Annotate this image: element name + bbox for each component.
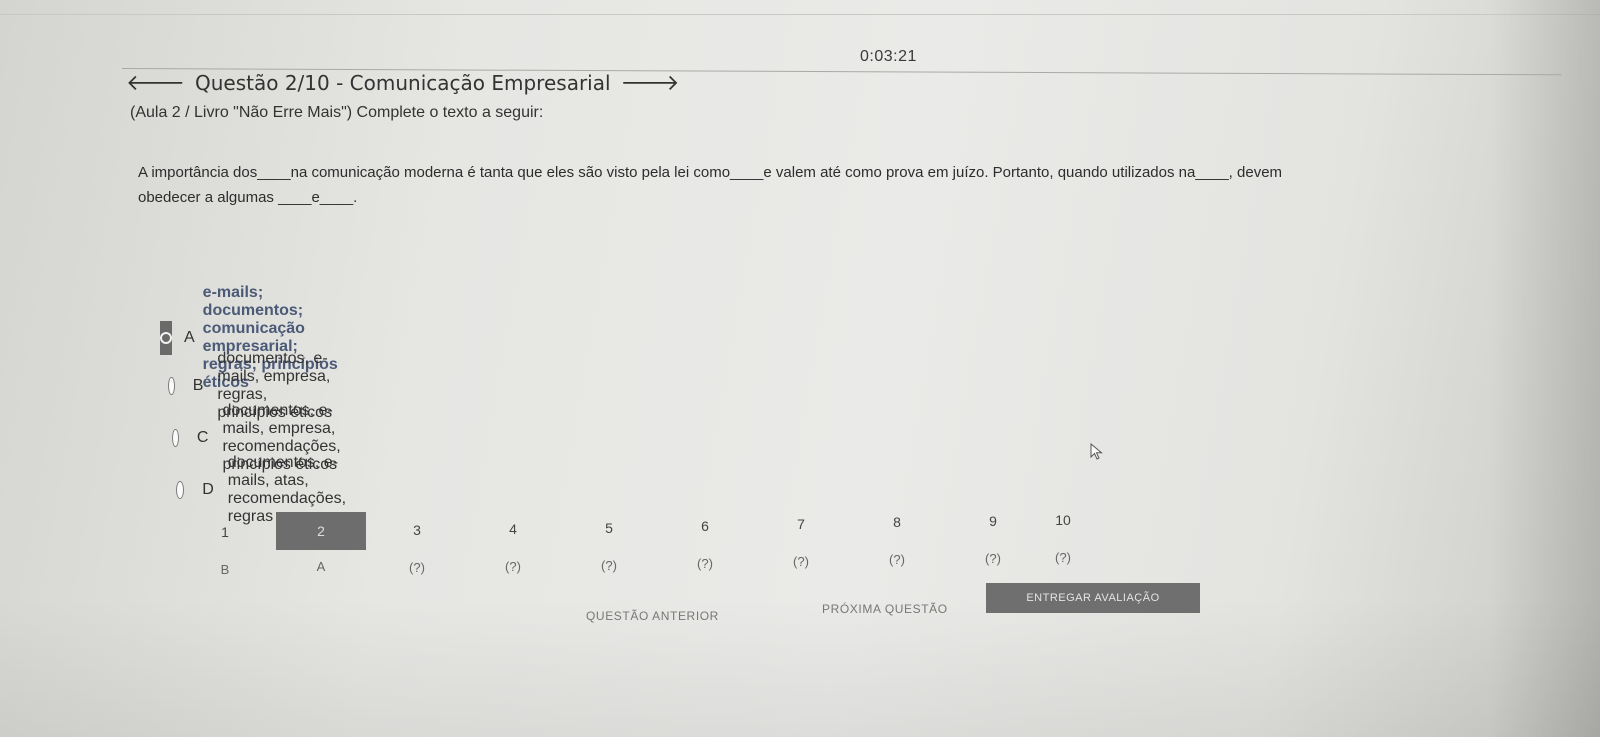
- arrow-right-icon[interactable]: 🡒: [621, 72, 680, 94]
- nav-number: 4: [509, 521, 517, 537]
- nav-answer: A: [316, 559, 326, 574]
- nav-answer: (?): [1055, 550, 1071, 565]
- nav-number: 5: [605, 520, 613, 536]
- screen-shade-bottom: [0, 597, 1600, 737]
- nav-answer: (?): [793, 554, 809, 569]
- option-letter: C: [196, 429, 209, 446]
- top-border: [0, 0, 1600, 15]
- nav-number: 1: [221, 524, 229, 540]
- previous-question-button[interactable]: QUESTÃO ANTERIOR: [586, 609, 719, 623]
- next-question-button[interactable]: PRÓXIMA QUESTÃO: [822, 602, 948, 616]
- nav-question-10[interactable]: 10 (?): [1018, 512, 1108, 565]
- nav-question-6[interactable]: 6 (?): [660, 518, 750, 571]
- question-prompt: A importância dos____na comunicação mode…: [138, 160, 1498, 210]
- nav-question-7[interactable]: 7 (?): [756, 516, 846, 569]
- nav-answer: (?): [505, 559, 521, 574]
- nav-answer: (?): [601, 558, 617, 573]
- nav-question-3[interactable]: 3 (?): [372, 522, 462, 575]
- question-header: 🡐 Questão 2/10 - Comunicação Empresarial…: [126, 71, 680, 95]
- option-letter: D: [202, 481, 214, 498]
- nav-number: 6: [701, 518, 709, 534]
- nav-question-8[interactable]: 8 (?): [852, 514, 942, 567]
- question-navigator: 1 B 2 A 3 (?) 4 (?) 5 (?) 6 (?) 7 (?) 8 …: [180, 512, 1080, 582]
- nav-number: 7: [797, 516, 805, 532]
- nav-number: 2: [276, 512, 366, 550]
- nav-number: 3: [413, 522, 421, 538]
- prompt-line-1: A importância dos____na comunicação mode…: [138, 164, 1283, 181]
- radio-icon[interactable]: [168, 377, 175, 395]
- option-letter: A: [184, 329, 195, 346]
- nav-answer: (?): [697, 556, 713, 571]
- prompt-line-2: obedecer a algumas ____e____.: [138, 189, 358, 206]
- nav-question-2[interactable]: 2 A: [276, 512, 366, 574]
- nav-question-1[interactable]: 1 B: [180, 524, 270, 577]
- radio-icon[interactable]: [176, 481, 185, 499]
- mouse-cursor-icon: [1090, 443, 1103, 460]
- arrow-left-icon[interactable]: 🡐: [126, 72, 185, 94]
- radio-icon[interactable]: [172, 429, 179, 447]
- submit-exam-button[interactable]: ENTREGAR AVALIAÇÃO: [986, 583, 1200, 613]
- question-subtitle: (Aula 2 / Livro "Não Erre Mais") Complet…: [130, 104, 544, 121]
- nav-number: 8: [893, 514, 901, 530]
- option-letter: B: [192, 377, 204, 394]
- radio-selected-icon[interactable]: [160, 332, 172, 344]
- nav-answer: (?): [889, 552, 905, 567]
- nav-answer: (?): [409, 560, 425, 575]
- nav-number: 10: [1055, 512, 1071, 528]
- nav-question-4[interactable]: 4 (?): [468, 521, 558, 574]
- nav-question-5[interactable]: 5 (?): [564, 520, 654, 573]
- nav-answer: B: [220, 562, 230, 577]
- exam-timer: 0:03:21: [860, 48, 917, 65]
- question-title: Questão 2/10 - Comunicação Empresarial: [195, 71, 611, 95]
